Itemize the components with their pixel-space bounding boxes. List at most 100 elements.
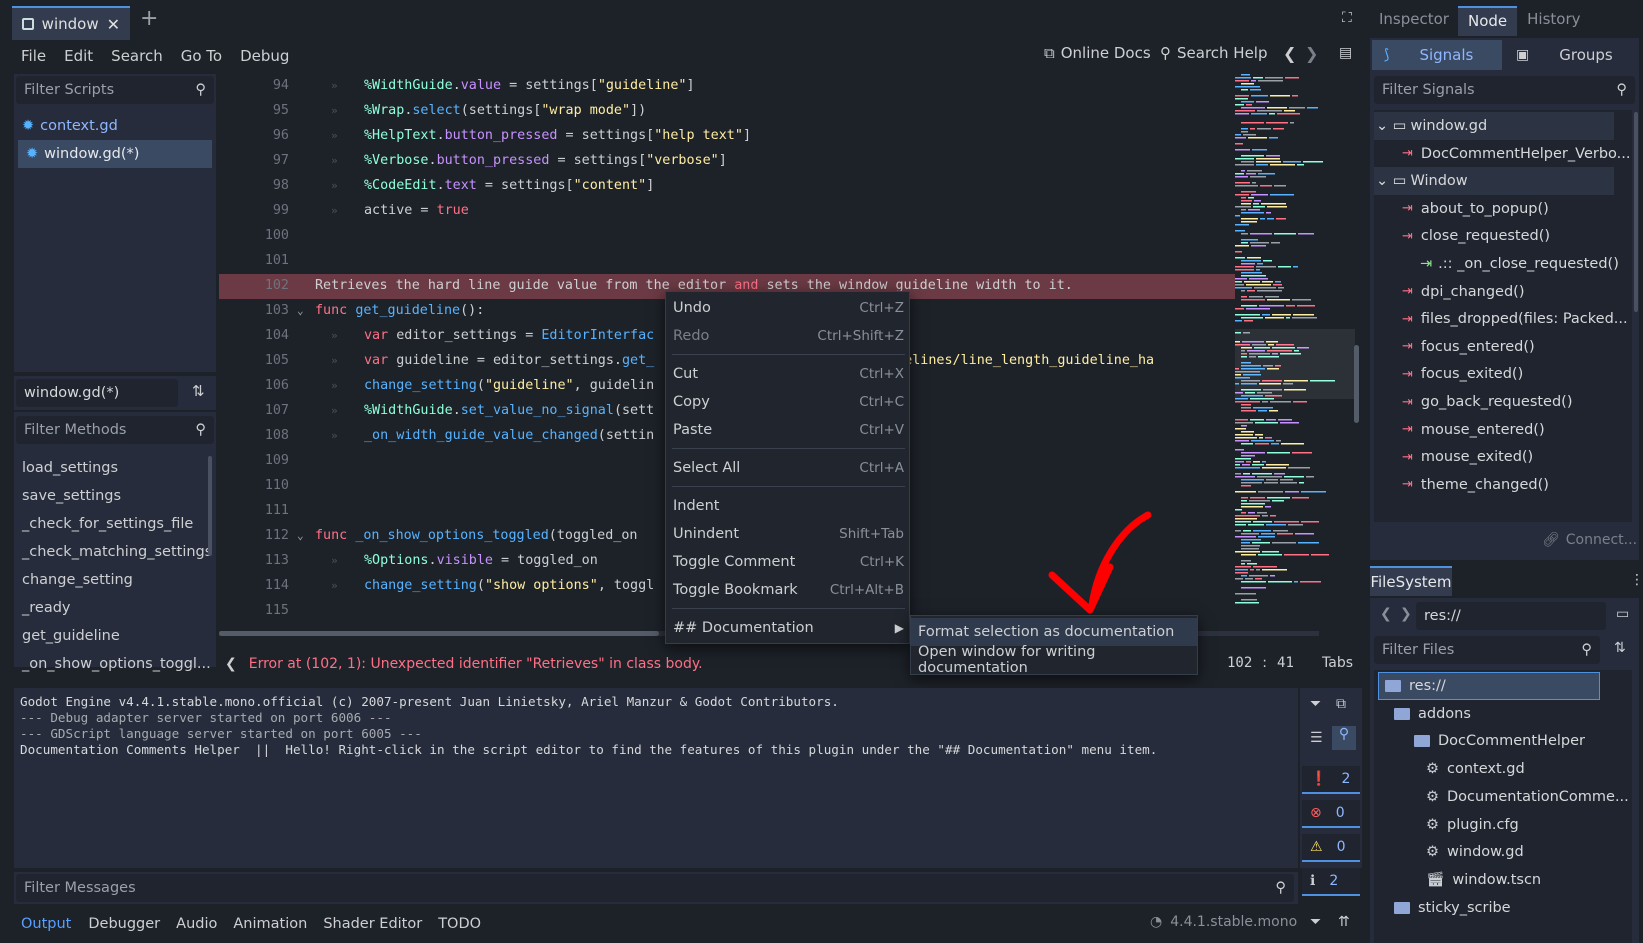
method-item[interactable]: _check_matching_settings — [14, 538, 216, 566]
filter-warnings-toggle[interactable]: ⚠ 0 — [1302, 834, 1360, 862]
script-item-window[interactable]: ✹ window.gd(*) — [18, 140, 212, 168]
fold-arrow-icon[interactable]: ⌄ — [297, 298, 304, 323]
tab-audio[interactable]: Audio — [168, 916, 225, 932]
toggle-scripts-panel-icon[interactable]: ▤ — [1339, 45, 1352, 61]
method-item[interactable]: save_settings — [14, 482, 216, 510]
clear-output-icon[interactable]: ⏷ — [1310, 696, 1321, 712]
online-docs-button[interactable]: ⧉ Online Docs — [1044, 44, 1151, 62]
signals-scrollbar[interactable] — [1634, 112, 1638, 312]
file-item[interactable]: ⚙ plugin.cfg — [1426, 811, 1519, 839]
line-number[interactable]: 108 — [249, 423, 289, 448]
menu-edit[interactable]: Edit — [55, 47, 102, 65]
line-number[interactable]: 109 — [249, 448, 289, 473]
signal-item[interactable]: ⇥ close_requested() — [1374, 222, 1550, 250]
error-message[interactable]: Error at (102, 1): Unexpected identifier… — [249, 656, 703, 672]
line-number[interactable]: 104 — [249, 323, 289, 348]
filter-signals-input[interactable]: Filter Signals ⚲ — [1374, 76, 1635, 104]
line-number[interactable]: 106 — [249, 373, 289, 398]
output-log[interactable]: Godot Engine v4.4.1.stable.mono.official… — [14, 688, 1298, 868]
menu-documentation[interactable]: ## Documentation ▶ — [666, 614, 911, 642]
file-item[interactable]: 🎬︎ window.tscn — [1426, 866, 1541, 894]
line-number[interactable]: 107 — [249, 398, 289, 423]
line-number[interactable]: 105 — [249, 348, 289, 373]
fs-forward-icon[interactable]: ❯ — [1400, 606, 1412, 622]
connect-button[interactable]: 🔗︎ Connect... — [1542, 532, 1637, 548]
signals-tab[interactable]: ⟆ Signals — [1372, 40, 1502, 70]
close-icon[interactable]: ✕ — [107, 15, 120, 34]
dock-menu-icon[interactable]: ⋮ — [1630, 572, 1643, 588]
fs-path-input[interactable]: res:// — [1416, 602, 1606, 630]
line-number[interactable]: 96 — [249, 123, 289, 148]
tab-window[interactable]: window ✕ — [12, 6, 130, 40]
sort-icon[interactable]: ⇅ — [1614, 640, 1626, 656]
tab-debugger[interactable]: Debugger — [80, 916, 168, 932]
signal-group[interactable]: ⌄ ▭ window.gd — [1374, 112, 1614, 140]
signal-connection[interactable]: ⇥.:: _on_close_requested() — [1374, 250, 1619, 278]
line-number[interactable]: 110 — [249, 473, 289, 498]
menu-copy[interactable]: Copy Ctrl+C — [666, 388, 911, 416]
signal-item[interactable]: ⇥ focus_entered() — [1374, 333, 1535, 361]
fs-back-icon[interactable]: ❮ — [1380, 606, 1392, 622]
line-number[interactable]: 99 — [249, 198, 289, 223]
filter-errors-toggle[interactable]: ⊗ 0 — [1302, 800, 1360, 828]
signal-item[interactable]: ⇥ about_to_popup() — [1374, 195, 1549, 223]
menu-undo[interactable]: Undo Ctrl+Z — [666, 294, 911, 322]
menu-open-doc-window[interactable]: Open window for writing documentation — [911, 644, 1197, 676]
filter-messages-input[interactable]: Filter Messages ⚲ — [16, 874, 1294, 902]
script-item-context[interactable]: ✹ context.gd — [14, 112, 216, 140]
signal-item[interactable]: ⇥ go_back_requested() — [1374, 388, 1573, 416]
signal-item[interactable]: ⇥ dpi_changed() — [1374, 278, 1524, 306]
signal-item[interactable]: ⇥ mouse_exited() — [1374, 443, 1533, 471]
sort-icon[interactable]: ⇅ — [192, 382, 205, 400]
menu-toggle-comment[interactable]: Toggle Comment Ctrl+K — [666, 548, 911, 576]
file-item[interactable]: addons — [1394, 700, 1471, 728]
signal-item[interactable]: ⇥ mouse_entered() — [1374, 416, 1545, 444]
line-number[interactable]: 101 — [249, 248, 289, 273]
line-number[interactable]: 98 — [249, 173, 289, 198]
file-item[interactable]: DocCommentHelper — [1414, 727, 1585, 755]
menu-file[interactable]: File — [0, 47, 55, 65]
line-number[interactable]: 114 — [249, 573, 289, 598]
search-output-icon[interactable]: ⚲ — [1332, 726, 1356, 750]
tab-history[interactable]: History — [1517, 6, 1590, 36]
line-number[interactable]: 100 — [249, 223, 289, 248]
search-help-button[interactable]: ⚲ Search Help — [1160, 44, 1268, 62]
line-number[interactable]: 103 — [249, 298, 289, 323]
method-item[interactable]: _ready — [14, 594, 216, 622]
line-number[interactable]: 102 — [249, 273, 289, 298]
method-item[interactable]: load_settings — [14, 454, 216, 482]
split-view-icon[interactable]: ▭ — [1616, 606, 1629, 622]
signal-group[interactable]: ⌄ ▭ Window — [1374, 167, 1614, 196]
indent-mode[interactable]: Tabs — [1322, 655, 1353, 671]
line-number[interactable]: 95 — [249, 98, 289, 123]
signal-item[interactable]: ⇥ theme_changed() — [1374, 471, 1549, 499]
pin-panel-icon[interactable]: ⏷ — [1310, 914, 1321, 930]
tab-node[interactable]: Node — [1457, 6, 1518, 36]
tab-shader-editor[interactable]: Shader Editor — [315, 916, 430, 932]
filesystem-tab[interactable]: FileSystem — [1370, 566, 1452, 596]
menu-unindent[interactable]: Unindent Shift+Tab — [666, 520, 911, 548]
tab-inspector[interactable]: Inspector — [1370, 6, 1458, 36]
minimap[interactable] — [1235, 74, 1355, 636]
expand-panel-icon[interactable]: ⇈ — [1338, 914, 1350, 930]
method-item[interactable]: _on_show_options_toggl... — [14, 650, 216, 678]
groups-tab[interactable]: ▣ Groups — [1506, 40, 1637, 70]
method-item[interactable]: _check_for_settings_file — [14, 510, 216, 538]
signal-item[interactable]: ⇥ DocCommentHelper_Verbo... — [1374, 140, 1630, 168]
line-number[interactable]: 97 — [249, 148, 289, 173]
add-tab-icon[interactable]: + — [140, 6, 158, 31]
line-number[interactable]: 111 — [249, 498, 289, 523]
menu-paste[interactable]: Paste Ctrl+V — [666, 416, 911, 444]
menu-select-all[interactable]: Select All Ctrl+A — [666, 454, 911, 482]
file-item[interactable]: sticky_scribe — [1394, 894, 1511, 922]
line-number[interactable]: 94 — [249, 74, 289, 98]
fullscreen-icon[interactable]: ⛶ — [1342, 10, 1352, 26]
method-item[interactable]: get_guideline — [14, 622, 216, 650]
code-vertical-scrollbar[interactable] — [1354, 345, 1359, 423]
tab-output[interactable]: Output — [12, 916, 80, 932]
menu-toggle-bookmark[interactable]: Toggle Bookmark Ctrl+Alt+B — [666, 576, 911, 604]
signal-item[interactable]: ⇥ focus_exited() — [1374, 360, 1523, 388]
menu-debug[interactable]: Debug — [231, 47, 298, 65]
file-item[interactable]: ⚙ window.gd — [1426, 838, 1524, 866]
file-item[interactable]: res:// — [1378, 672, 1600, 700]
